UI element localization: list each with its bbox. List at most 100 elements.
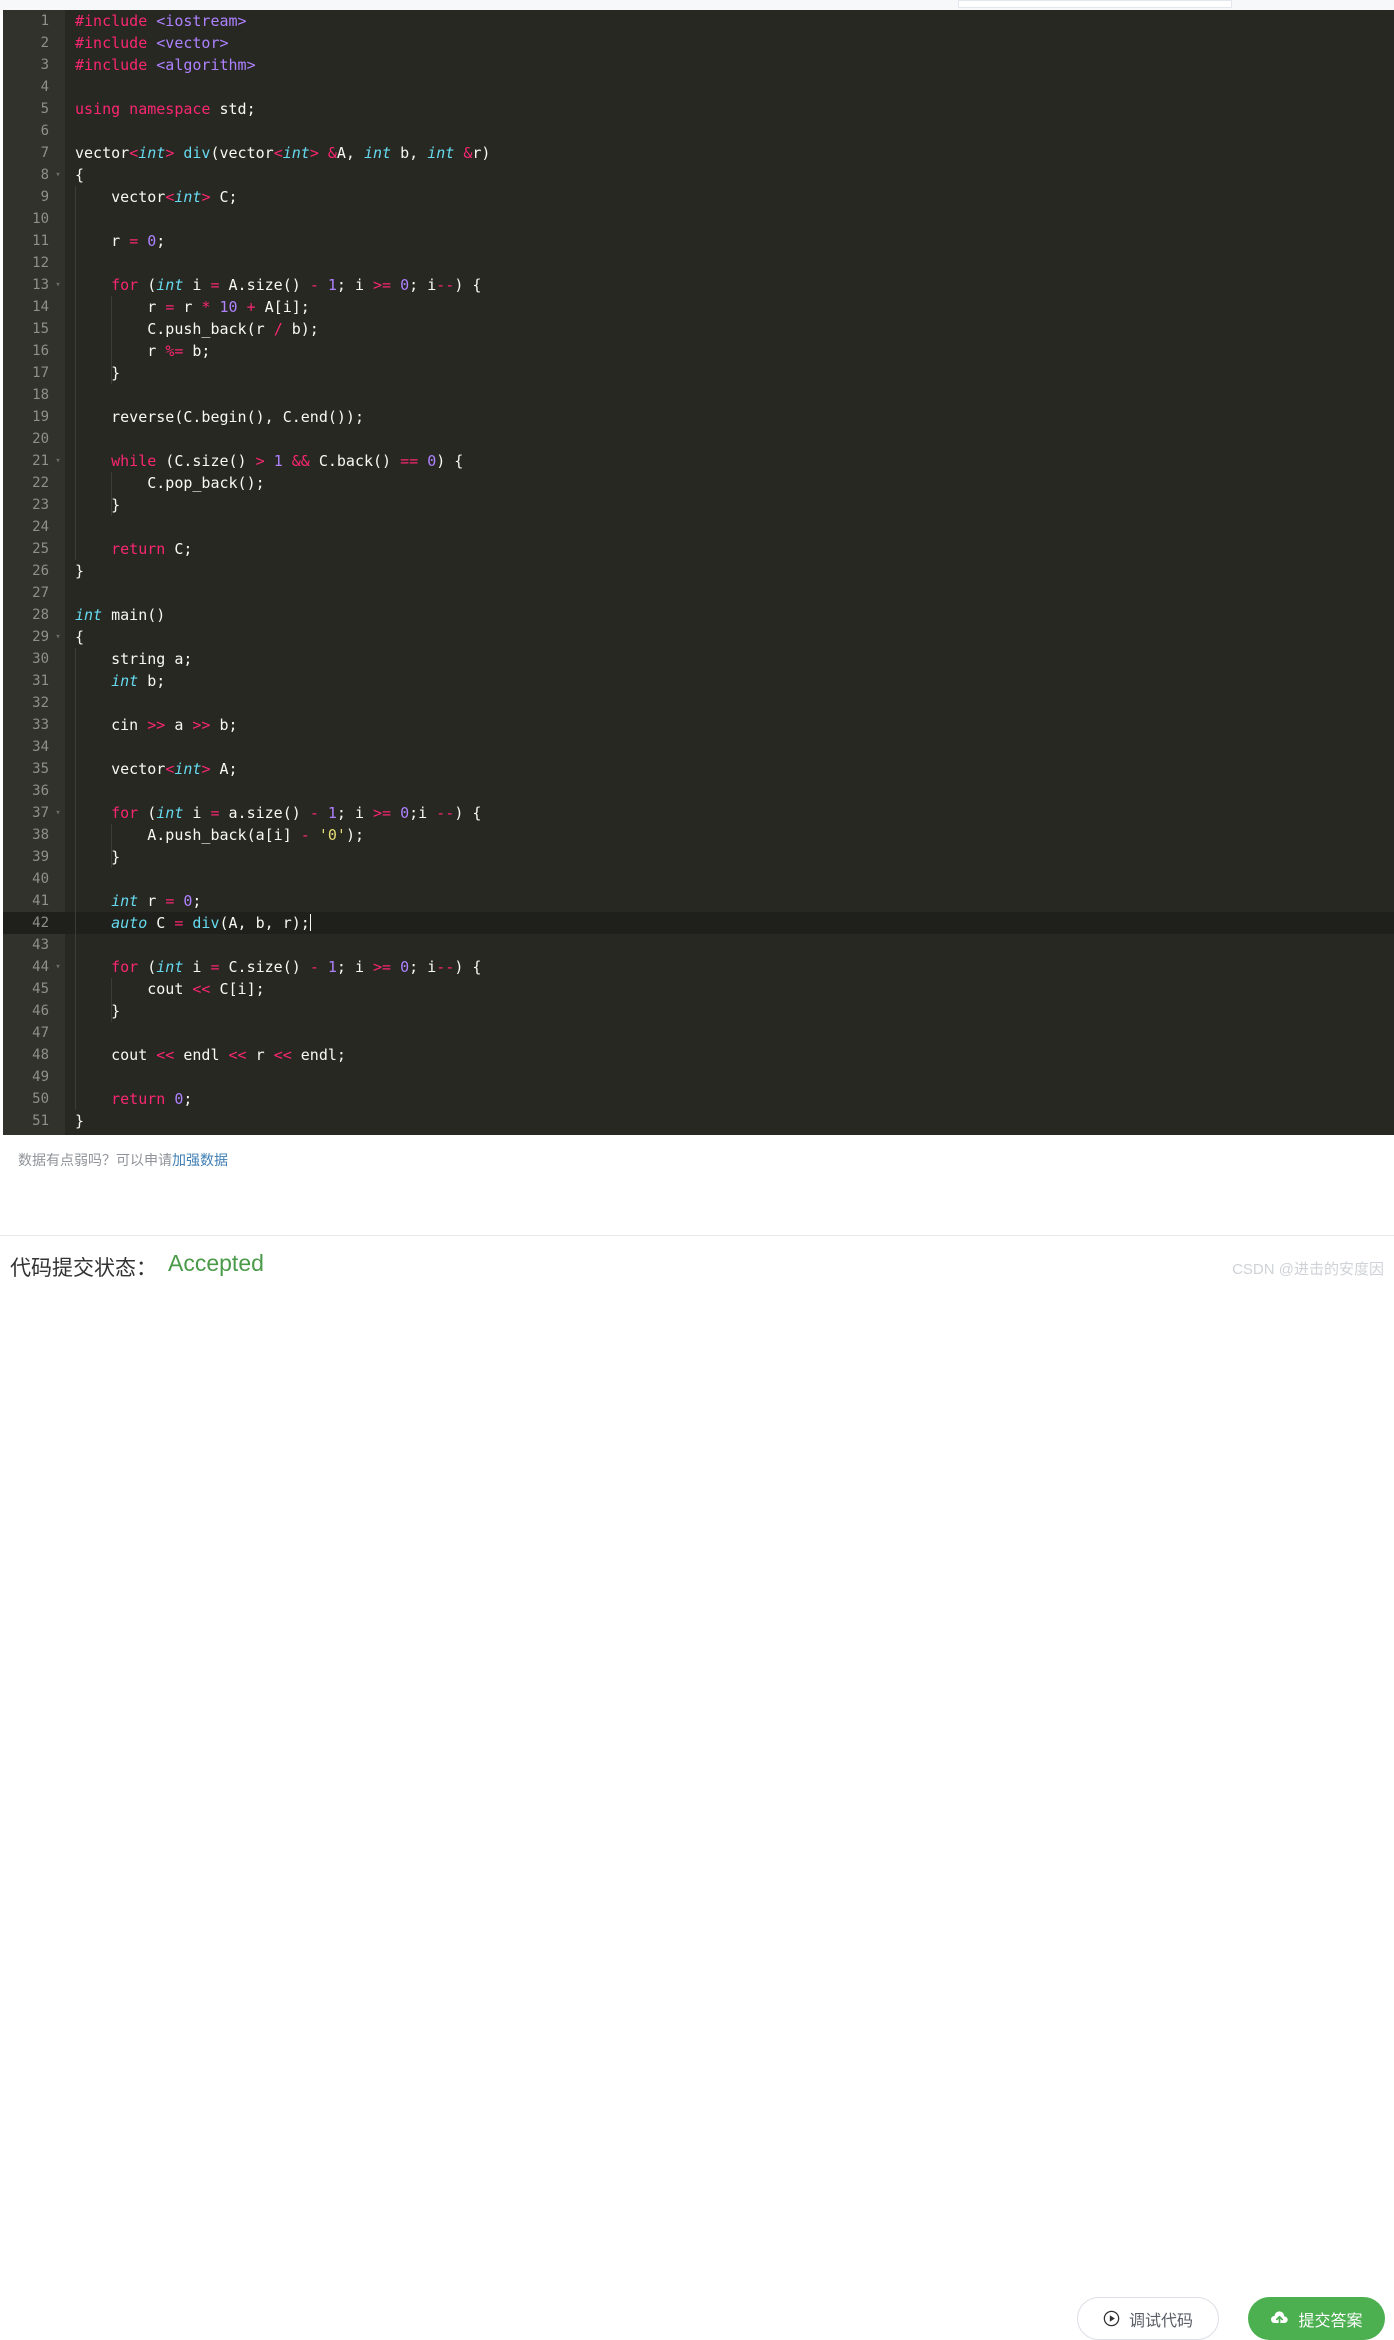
line-number: 23: [32, 497, 49, 513]
code-token: 1: [327, 958, 337, 976]
fold-arrow-icon[interactable]: ▾: [53, 802, 63, 824]
code-line[interactable]: C.pop_back();: [65, 472, 1394, 494]
code-line[interactable]: vector<int> C;: [65, 186, 1394, 208]
request-stronger-data-link[interactable]: 加强数据: [172, 1152, 228, 1168]
code-line[interactable]: [65, 780, 1394, 802]
code-line[interactable]: reverse(C.begin(), C.end());: [65, 406, 1394, 428]
code-line-text: vector<int> A;: [75, 758, 237, 780]
fold-arrow-icon[interactable]: ▾: [53, 956, 63, 978]
code-token: int: [138, 144, 166, 162]
code-line[interactable]: int main(): [65, 604, 1394, 626]
code-line[interactable]: }: [65, 1110, 1394, 1132]
code-line[interactable]: }: [65, 494, 1394, 516]
code-token: return: [111, 540, 166, 558]
indent-guide: [75, 868, 76, 890]
code-line[interactable]: auto C = div(A, b, r);: [65, 912, 1394, 934]
code-line[interactable]: #include <iostream>: [65, 10, 1394, 32]
gutter-row: 4: [3, 76, 65, 98]
fold-arrow-icon[interactable]: ▾: [53, 450, 63, 472]
code-line[interactable]: for (int i = C.size() - 1; i >= 0; i--) …: [65, 956, 1394, 978]
submit-answer-button[interactable]: 提交答案: [1248, 2297, 1385, 2340]
code-token: vector: [75, 760, 166, 778]
code-line-text: return 0;: [75, 1088, 192, 1110]
code-line[interactable]: [65, 384, 1394, 406]
editor-gutter: 1 2 3 4 5 6 7 8 ▾ 9 10 11 12 13 ▾ 14 15 16 17 18 19 20 21 ▾ 22 23…: [3, 10, 65, 1135]
code-line[interactable]: cin >> a >> b;: [65, 714, 1394, 736]
code-line[interactable]: int b;: [65, 670, 1394, 692]
code-line[interactable]: cout << endl << r << endl;: [65, 1044, 1394, 1066]
code-line[interactable]: }: [65, 846, 1394, 868]
code-line[interactable]: [65, 428, 1394, 450]
code-token: -: [309, 276, 319, 294]
code-line[interactable]: [65, 692, 1394, 714]
code-line[interactable]: [65, 1066, 1394, 1088]
code-line[interactable]: {: [65, 626, 1394, 648]
code-token: }: [75, 848, 121, 866]
code-line[interactable]: for (int i = A.size() - 1; i >= 0; i--) …: [65, 274, 1394, 296]
gutter-row: 9: [3, 186, 65, 208]
code-line[interactable]: [65, 934, 1394, 956]
code-line[interactable]: [65, 252, 1394, 274]
fold-arrow-icon[interactable]: ▾: [53, 164, 63, 186]
gutter-row: 48: [3, 1044, 65, 1066]
code-line[interactable]: r = 0;: [65, 230, 1394, 252]
code-token: r: [246, 1046, 274, 1064]
code-token: int: [111, 672, 139, 690]
code-line[interactable]: [65, 120, 1394, 142]
code-line[interactable]: [65, 516, 1394, 538]
code-line[interactable]: }: [65, 560, 1394, 582]
code-token: &: [327, 144, 337, 162]
code-line[interactable]: string a;: [65, 648, 1394, 670]
code-line[interactable]: A.push_back(a[i] - '0');: [65, 824, 1394, 846]
code-line[interactable]: r %= b;: [65, 340, 1394, 362]
code-line-text: reverse(C.begin(), C.end());: [75, 406, 364, 428]
code-token: for: [111, 804, 139, 822]
code-line[interactable]: [65, 1022, 1394, 1044]
code-token: }: [75, 496, 121, 514]
code-line[interactable]: [65, 868, 1394, 890]
code-line[interactable]: while (C.size() > 1 && C.back() == 0) {: [65, 450, 1394, 472]
code-line[interactable]: vector<int> A;: [65, 758, 1394, 780]
code-token: #include: [75, 12, 157, 30]
code-line-text: }: [75, 1110, 84, 1132]
code-line[interactable]: for (int i = a.size() - 1; i >= 0;i --) …: [65, 802, 1394, 824]
code-line[interactable]: return C;: [65, 538, 1394, 560]
code-line[interactable]: return 0;: [65, 1088, 1394, 1110]
code-token: >>: [192, 716, 211, 734]
code-line[interactable]: vector<int> div(vector<int> &A, int b, i…: [65, 142, 1394, 164]
code-line[interactable]: cout << C[i];: [65, 978, 1394, 1000]
code-editor[interactable]: 1 2 3 4 5 6 7 8 ▾ 9 10 11 12 13 ▾ 14 15 16 17 18 19 20 21 ▾ 22 23…: [0, 10, 1394, 1135]
gutter-row: 23: [3, 494, 65, 516]
code-line[interactable]: }: [65, 362, 1394, 384]
code-line[interactable]: [65, 208, 1394, 230]
code-token: >=: [373, 958, 392, 976]
csdn-watermark: CSDN @进击的安度因: [1232, 1261, 1384, 1278]
code-line[interactable]: {: [65, 164, 1394, 186]
fold-arrow-icon[interactable]: ▾: [53, 626, 63, 648]
code-line[interactable]: #include <algorithm>: [65, 54, 1394, 76]
code-line[interactable]: using namespace std;: [65, 98, 1394, 120]
code-token: <: [165, 188, 175, 206]
code-line[interactable]: r = r * 10 + A[i];: [65, 296, 1394, 318]
code-token: std;: [210, 100, 256, 118]
code-content[interactable]: #include <iostream> #include <vector> #inc…: [65, 10, 1394, 1135]
code-line[interactable]: [65, 582, 1394, 604]
line-number: 47: [32, 1025, 49, 1041]
code-line[interactable]: [65, 76, 1394, 98]
debug-code-button[interactable]: 调试代码: [1077, 2297, 1219, 2340]
code-line[interactable]: #include <vector>: [65, 32, 1394, 54]
code-token: for: [111, 276, 139, 294]
code-line[interactable]: }: [65, 1000, 1394, 1022]
code-line[interactable]: C.push_back(r / b);: [65, 318, 1394, 340]
code-token: }: [75, 1002, 121, 1020]
fold-arrow-icon[interactable]: ▾: [53, 274, 63, 296]
code-token: {: [75, 628, 85, 646]
line-number: 30: [32, 651, 49, 667]
code-line[interactable]: int r = 0;: [65, 890, 1394, 912]
line-number: 10: [32, 211, 49, 227]
code-token: =: [210, 276, 220, 294]
code-line[interactable]: [65, 736, 1394, 758]
